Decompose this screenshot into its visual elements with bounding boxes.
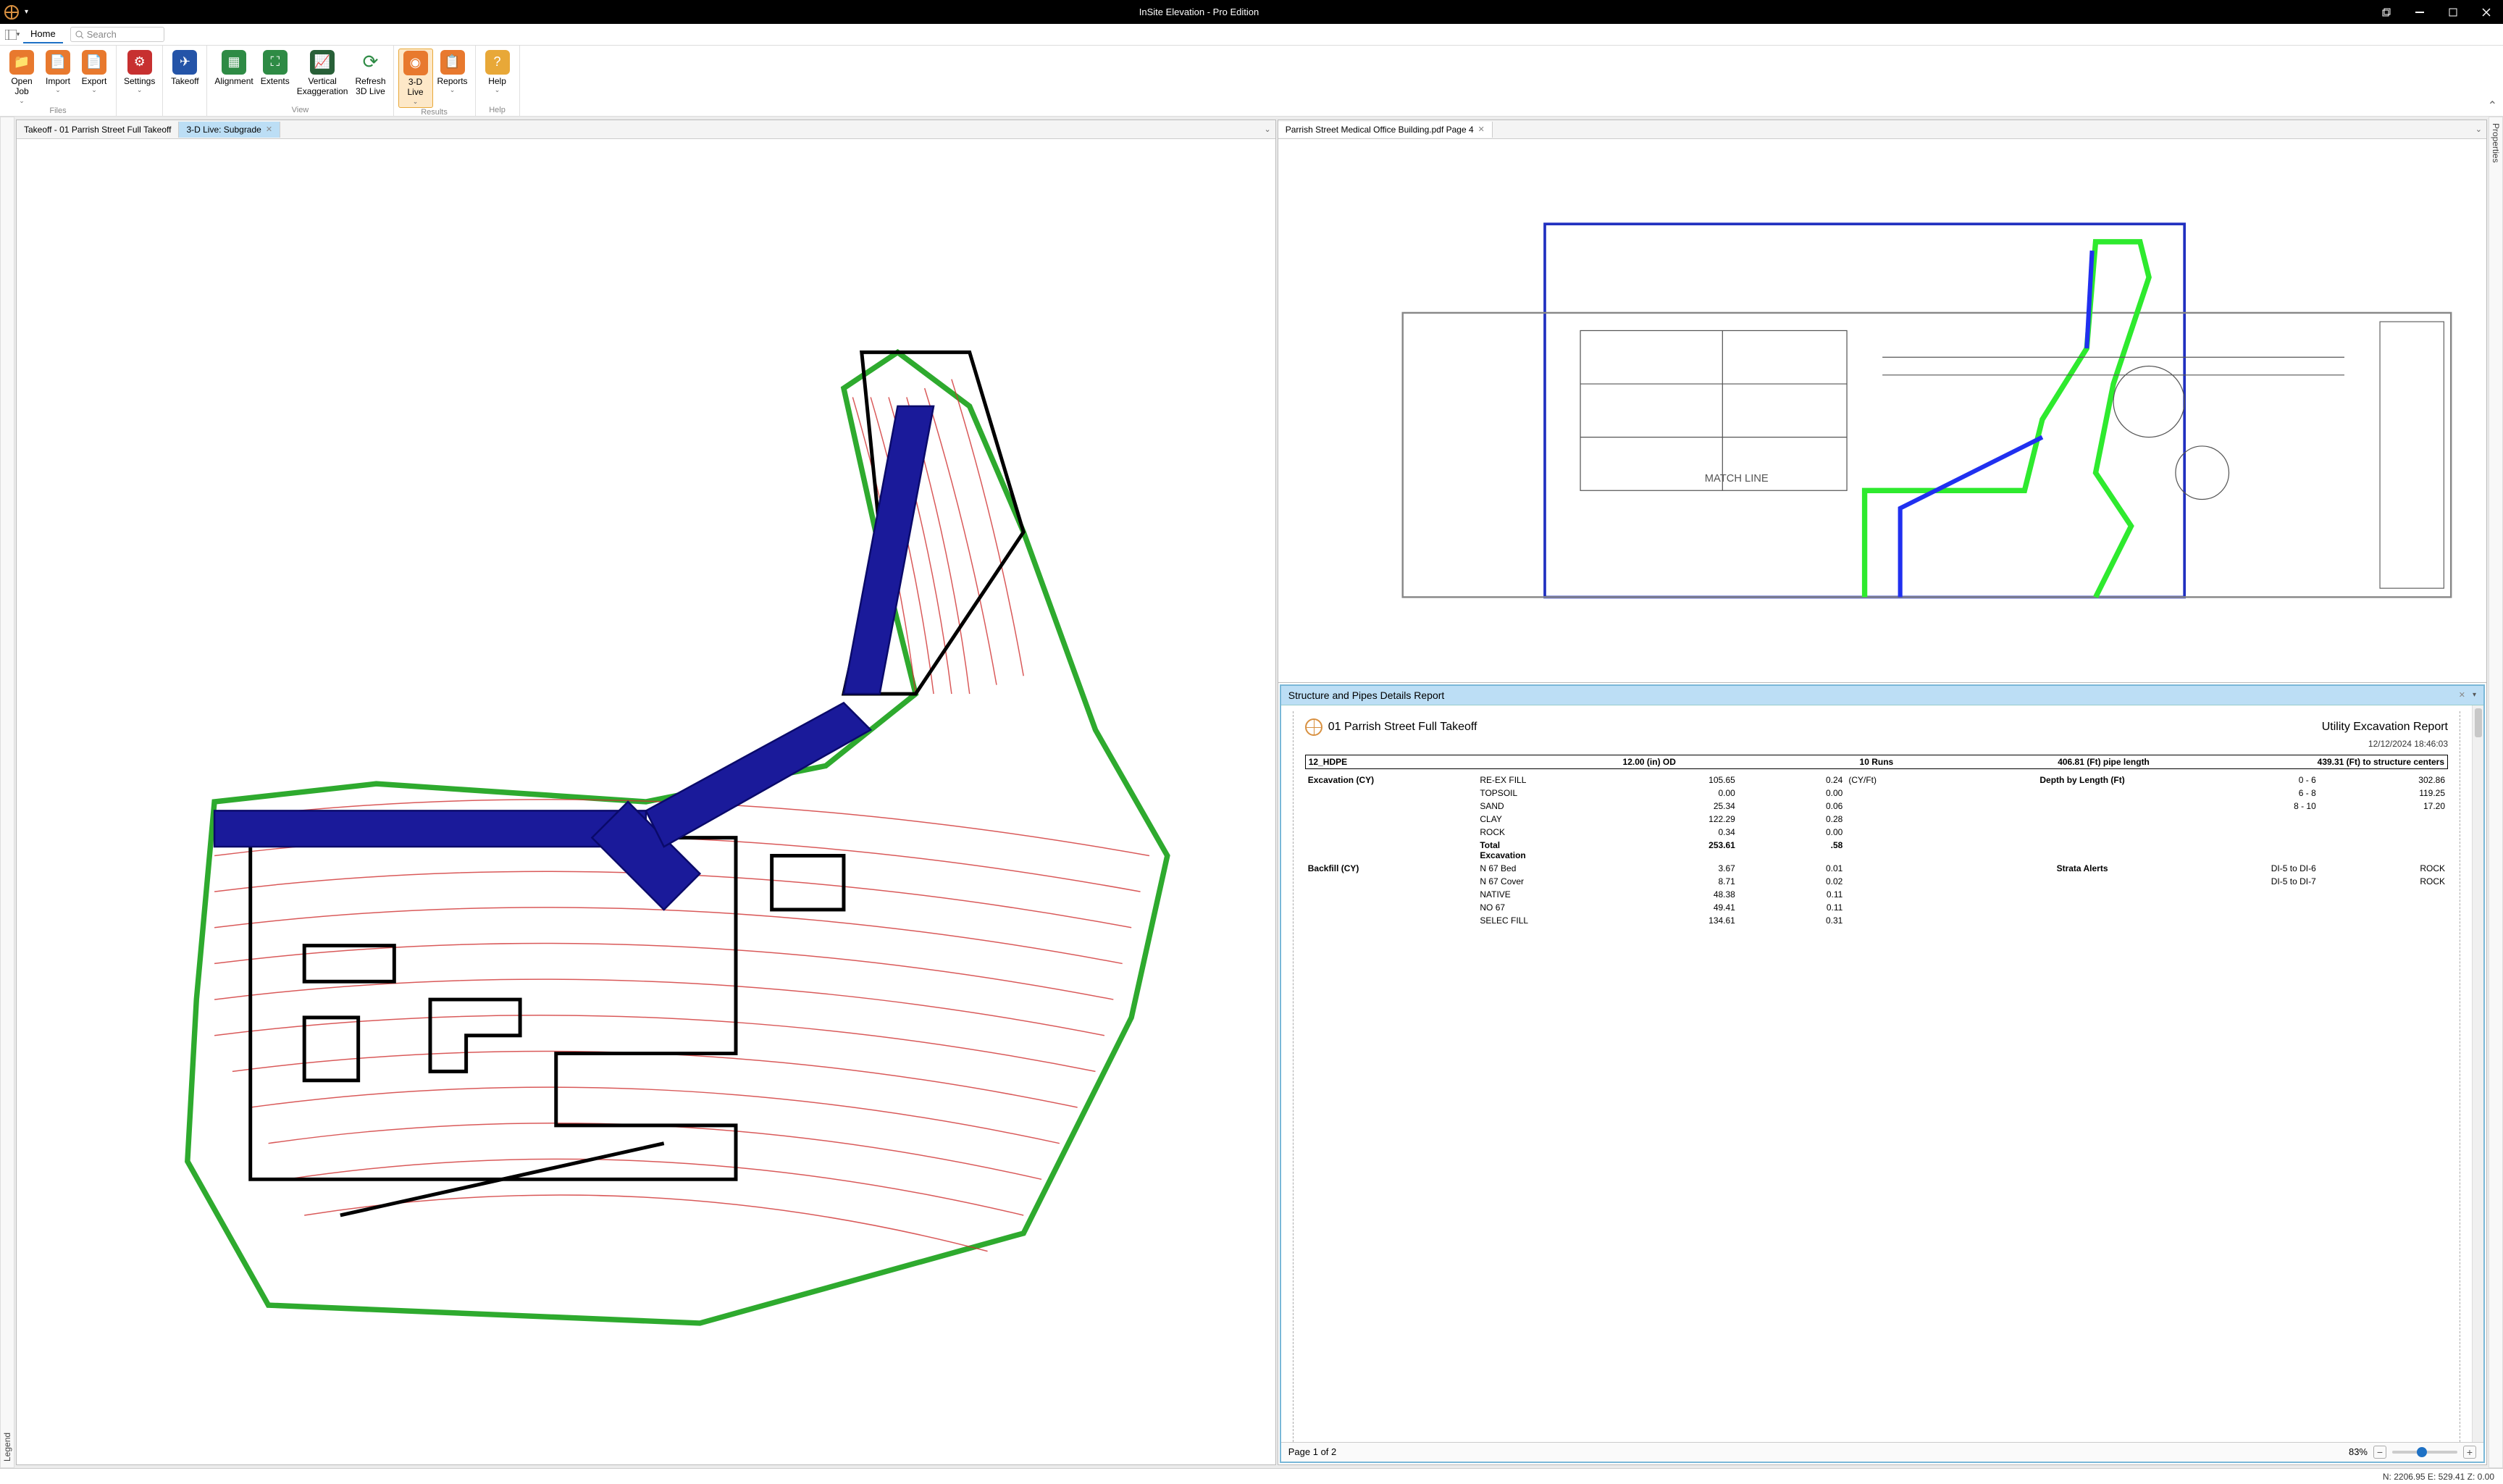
settings-button[interactable]: ⚙Settings⌄ xyxy=(121,49,158,106)
reports-button[interactable]: 📋Reports⌄ xyxy=(435,49,471,108)
report-body[interactable]: 01 Parrish Street Full Takeoff Utility E… xyxy=(1281,705,2472,1442)
import-button[interactable]: 📄Import⌄ xyxy=(41,49,75,106)
legend-panel-tab[interactable]: Legend xyxy=(0,117,14,1468)
report-job-title: 01 Parrish Street Full Takeoff xyxy=(1328,721,1477,733)
alignment-button[interactable]: ▦Alignment xyxy=(211,49,256,106)
open-job-button[interactable]: 📁Open Job⌄ xyxy=(4,49,39,106)
report-footer: Page 1 of 2 83% − + xyxy=(1281,1442,2483,1462)
maximize-button[interactable] xyxy=(2436,0,2470,24)
report-panel: Structure and Pipes Details Report ✕ ▾ 0… xyxy=(1280,684,2485,1463)
refresh-icon: ⟳ xyxy=(359,50,383,75)
report-icon: 📋 xyxy=(440,50,465,75)
search-icon xyxy=(75,30,84,39)
report-table: Excavation (CY) RE-EX FILL 105.65 0.24 (… xyxy=(1305,774,2448,927)
folder-icon: 📁 xyxy=(9,50,34,75)
zoom-out-button[interactable]: − xyxy=(2373,1446,2386,1459)
search-placeholder: Search xyxy=(87,29,117,40)
collapse-ribbon-icon[interactable]: ⌃ xyxy=(2488,98,2497,113)
left-tabstrip: Takeoff - 01 Parrish Street Full Takeoff… xyxy=(17,120,1275,139)
vertical-scrollbar[interactable] xyxy=(2472,705,2483,1442)
zoom-slider-thumb[interactable] xyxy=(2417,1447,2427,1457)
properties-panel-tab[interactable]: Properties xyxy=(2489,117,2503,1468)
right-tabstrip: Parrish Street Medical Office Building.p… xyxy=(1278,120,2486,139)
close-icon[interactable]: ✕ xyxy=(2459,690,2465,700)
gear-icon: ⚙ xyxy=(127,50,152,75)
help-button[interactable]: ?Help⌄ xyxy=(480,49,515,106)
plane-icon: ✈ xyxy=(172,50,197,75)
svg-text:MATCH LINE: MATCH LINE xyxy=(1705,473,1769,485)
tab-home[interactable]: Home xyxy=(23,25,63,43)
ribbon-group-files: Files xyxy=(4,106,112,117)
right-pane: Parrish Street Medical Office Building.p… xyxy=(1278,120,2487,1465)
panel-menu-icon[interactable]: ▾ xyxy=(2473,691,2476,699)
pdf-plan-drawing: MATCH LINE xyxy=(1278,139,2486,682)
report-section-header: 12_HDPE 12.00 (in) OD 10 Runs 406.81 (Ft… xyxy=(1305,755,2448,769)
takeoff-button[interactable]: ✈Takeoff xyxy=(167,49,202,106)
3d-viewport[interactable] xyxy=(17,139,1275,1464)
ribbon-group-view: View xyxy=(211,106,388,116)
title-bar: ▾ InSite Elevation - Pro Edition xyxy=(0,0,2503,24)
export-button[interactable]: 📄Export⌄ xyxy=(77,49,112,106)
tab-pdf-page[interactable]: Parrish Street Medical Office Building.p… xyxy=(1278,122,1493,138)
grid-icon: ▦ xyxy=(222,50,246,75)
restore-down-icon[interactable] xyxy=(2370,0,2403,24)
ribbon-group-results: Results xyxy=(398,108,471,118)
extents-icon: ⛶ xyxy=(263,50,288,75)
zoom-in-button[interactable]: + xyxy=(2463,1446,2476,1459)
site-plan-drawing xyxy=(17,139,1275,1464)
page-indicator: Page 1 of 2 xyxy=(1288,1446,1337,1457)
report-panel-title: Structure and Pipes Details Report xyxy=(1288,689,1445,701)
report-datetime: 12/12/2024 18:46:03 xyxy=(1305,739,2448,749)
left-pane: Takeoff - 01 Parrish Street Full Takeoff… xyxy=(16,120,1276,1465)
minimize-button[interactable] xyxy=(2403,0,2436,24)
tab-menu-icon[interactable]: ⌄ xyxy=(1265,125,1271,134)
help-icon: ? xyxy=(485,50,510,75)
close-icon[interactable]: ✕ xyxy=(266,125,272,134)
window-title: InSite Elevation - Pro Edition xyxy=(28,7,2370,17)
tab-3d-live[interactable]: 3-D Live: Subgrade✕ xyxy=(179,122,280,138)
coordinates-readout: N: 2206.95 E: 529.41 Z: 0.00 xyxy=(2383,1472,2494,1482)
zoom-level: 83% xyxy=(2349,1446,2368,1457)
scroll-thumb[interactable] xyxy=(2475,708,2482,737)
panel-layout-icon[interactable]: ▾ xyxy=(4,27,20,43)
vertical-exaggeration-button[interactable]: 📈Vertical Exaggeration xyxy=(294,49,351,106)
workspace: Legend Takeoff - 01 Parrish Street Full … xyxy=(0,117,2503,1468)
tab-menu-icon[interactable]: ⌄ xyxy=(2475,125,2482,134)
cube-icon: ◉ xyxy=(403,51,428,75)
report-panel-header[interactable]: Structure and Pipes Details Report ✕ ▾ xyxy=(1281,686,2483,705)
search-input[interactable]: Search xyxy=(70,27,164,42)
close-button[interactable] xyxy=(2470,0,2503,24)
target-icon xyxy=(1305,718,1322,736)
zoom-slider[interactable] xyxy=(2392,1451,2457,1454)
app-logo-icon xyxy=(4,5,19,20)
export-icon: 📄 xyxy=(82,50,106,75)
refresh-3d-button[interactable]: ⟳Refresh 3D Live xyxy=(352,49,388,106)
ribbon: 📁Open Job⌄ 📄Import⌄ 📄Export⌄ Files ⚙Sett… xyxy=(0,46,2503,117)
menu-bar: ▾ Home Search xyxy=(0,24,2503,46)
import-icon: 📄 xyxy=(46,50,70,75)
chart-icon: 📈 xyxy=(310,50,335,75)
status-bar: N: 2206.95 E: 529.41 Z: 0.00 xyxy=(0,1468,2503,1484)
tab-takeoff[interactable]: Takeoff - 01 Parrish Street Full Takeoff xyxy=(17,122,179,138)
pdf-viewport[interactable]: MATCH LINE xyxy=(1278,139,2486,682)
extents-button[interactable]: ⛶Extents xyxy=(258,49,293,106)
3d-live-button[interactable]: ◉3-D Live⌄ xyxy=(398,49,433,108)
ribbon-group-help: Help xyxy=(480,106,515,116)
close-icon[interactable]: ✕ xyxy=(1478,125,1485,134)
report-type-title: Utility Excavation Report xyxy=(2322,721,2448,734)
